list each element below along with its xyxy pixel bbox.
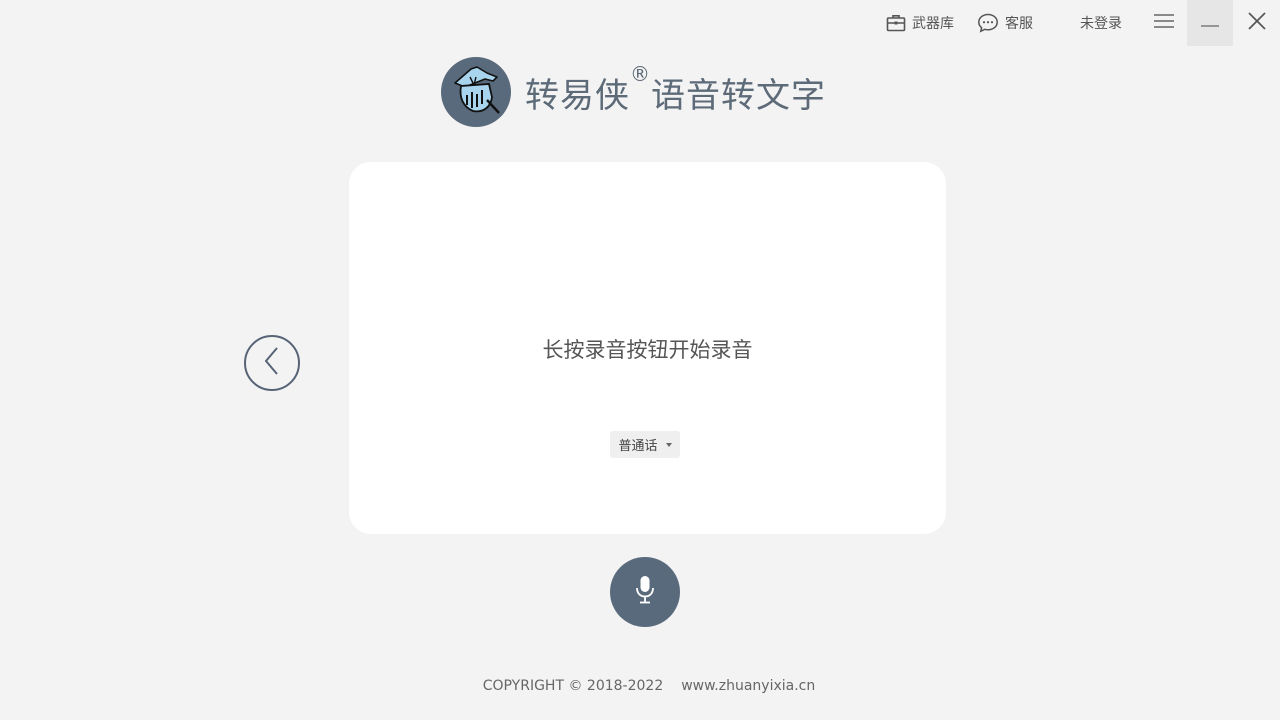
registered-mark: ® [630, 61, 651, 86]
customer-service-label: 客服 [1005, 16, 1033, 32]
hamburger-icon [1154, 13, 1174, 33]
title-bar: 武器库 客服 未登录 [0, 0, 1280, 46]
minimize-icon [1201, 15, 1219, 31]
caret-down-icon [665, 443, 672, 447]
brand-header: 转易侠®语音转文字 [441, 57, 826, 127]
minimize-button[interactable] [1187, 0, 1233, 46]
copyright-text: COPYRIGHT © 2018-2022 [482, 678, 664, 694]
recording-panel: 长按录音按钮开始录音 普通话 [349, 162, 946, 534]
microphone-icon [634, 575, 656, 609]
language-select[interactable]: 普通话 [610, 431, 680, 458]
app-title: 转易侠®语音转文字 [525, 62, 826, 117]
record-button[interactable] [610, 557, 680, 627]
app-name: 转易侠 [525, 75, 630, 116]
arsenal-button[interactable]: 武器库 [886, 0, 954, 46]
app-logo [441, 57, 511, 127]
chat-bubble-icon [977, 13, 999, 33]
arsenal-label: 武器库 [912, 16, 954, 32]
chevron-left-icon [262, 346, 282, 380]
website-link[interactable]: www.zhuanyixia.cn [663, 678, 815, 694]
recording-hint: 长按录音按钮开始录音 [542, 338, 753, 362]
login-status-link[interactable]: 未登录 [1080, 0, 1122, 46]
toolbox-icon [886, 14, 906, 32]
close-button[interactable] [1236, 0, 1278, 46]
menu-button[interactable] [1153, 0, 1175, 46]
language-selected-value: 普通话 [618, 439, 658, 454]
close-icon [1248, 12, 1266, 34]
footer: COPYRIGHT © 2018-2022 www.zhuanyixia.cn [0, 678, 1280, 694]
customer-service-button[interactable]: 客服 [977, 0, 1033, 46]
back-button[interactable] [244, 335, 300, 391]
app-subtitle: 语音转文字 [651, 75, 826, 116]
